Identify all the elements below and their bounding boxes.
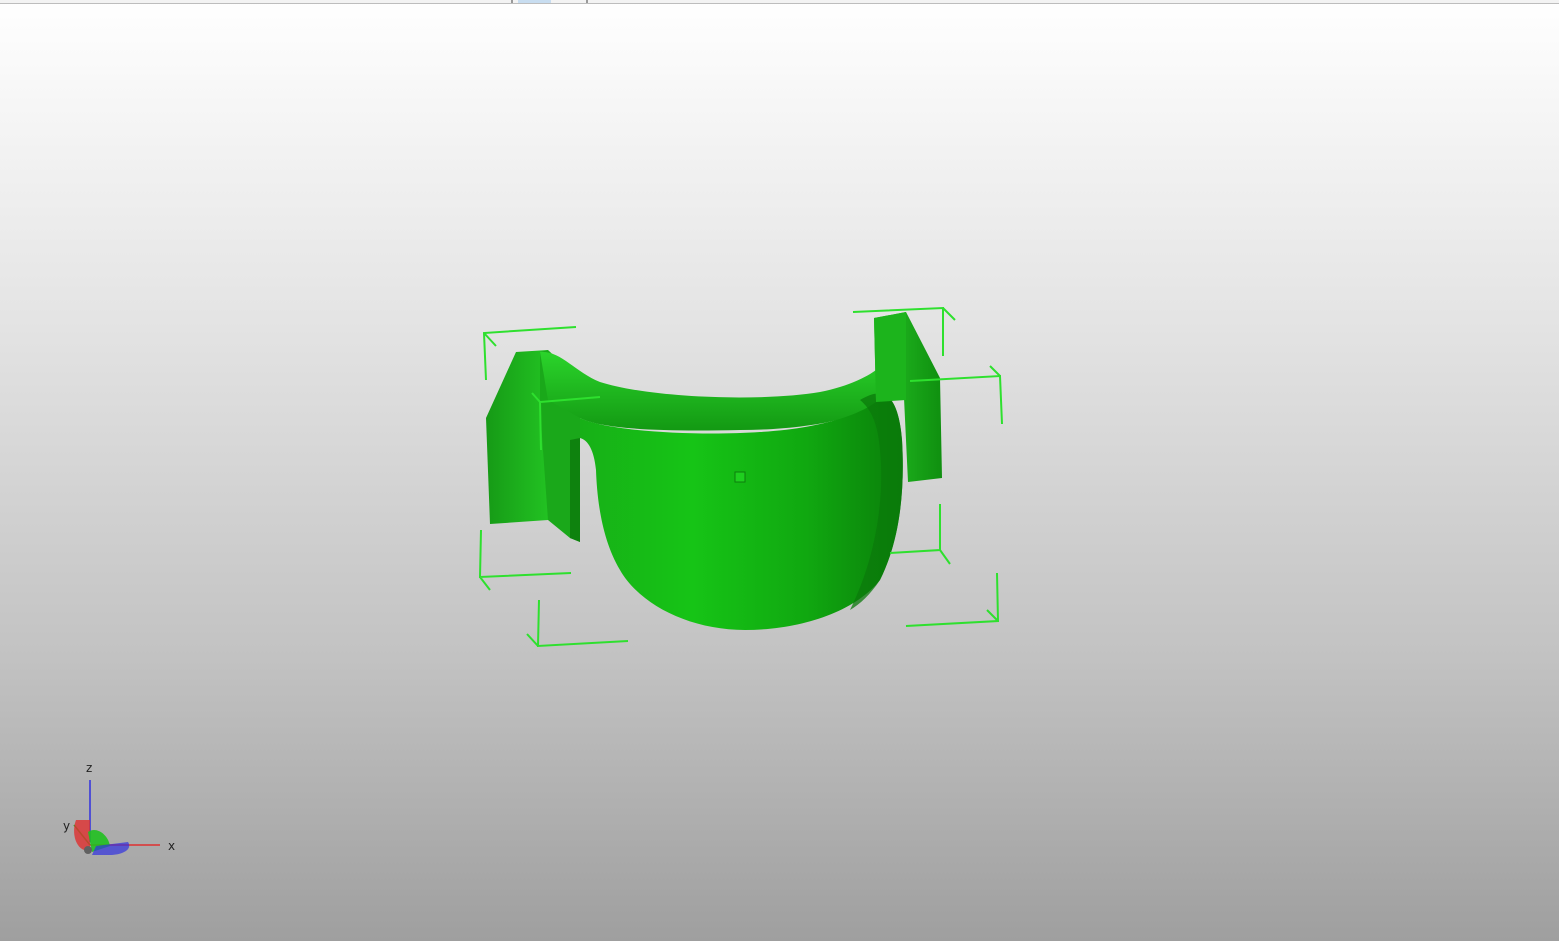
bbox-corner-bottom-left (478, 529, 572, 591)
right-tab-front (874, 312, 906, 402)
y-axis-label: y (63, 819, 70, 833)
yz-plane-patch (74, 820, 90, 850)
triad-origin (84, 846, 92, 854)
bbox-corner-bottom-right-front (905, 572, 1000, 627)
z-axis-label: z (86, 761, 92, 775)
3d-viewport[interactable]: z y x (0, 0, 1559, 941)
scene-canvas[interactable]: z y x (0, 0, 1559, 941)
x-axis-label: x (168, 839, 175, 853)
left-slot-shadow (570, 438, 580, 542)
pivot-handle[interactable] (734, 471, 746, 483)
bowl-rim (540, 351, 876, 431)
bowl-body (580, 396, 903, 630)
bbox-corner-bottom-left-front (526, 599, 629, 648)
model-mesh[interactable] (486, 312, 942, 630)
axis-triad[interactable]: z y x (63, 761, 175, 855)
left-tab-face (486, 350, 548, 524)
